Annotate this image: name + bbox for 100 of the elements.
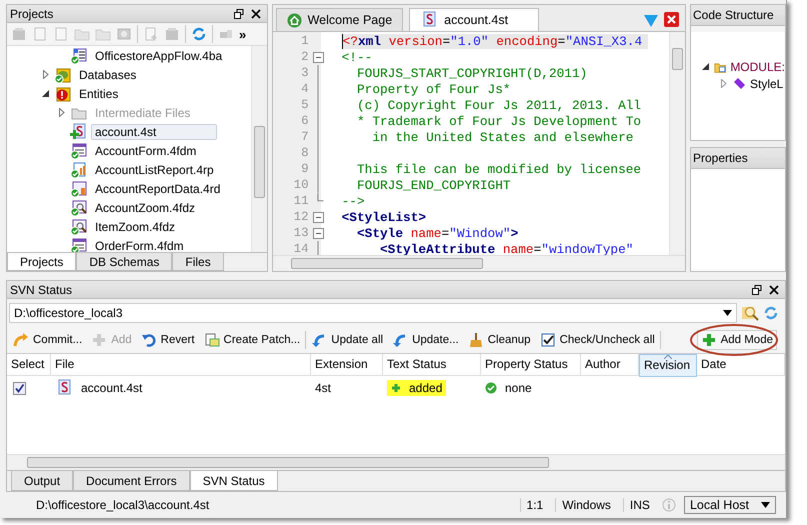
- style-file-icon: [70, 122, 88, 140]
- panel-tab[interactable]: Document Errors: [73, 471, 190, 491]
- column-header[interactable]: Date: [697, 354, 785, 376]
- tree-item[interactable]: MODULE:: [730, 60, 785, 74]
- code-line: in the United States and elsewhere: [371, 130, 634, 144]
- column-header[interactable]: Property Status: [481, 354, 581, 376]
- line-number: 14: [292, 242, 309, 255]
- panel-tab[interactable]: Projects: [7, 253, 76, 271]
- collapse-box-icon[interactable]: [312, 212, 324, 222]
- diamond-icon: [732, 76, 746, 90]
- expanded-triangle-icon[interactable]: [701, 62, 710, 71]
- code-line: <StyleList>: [342, 210, 426, 224]
- broom-icon[interactable]: [468, 332, 484, 348]
- code-line: This file can be modified by licensee: [356, 162, 642, 176]
- refresh-icon[interactable]: [763, 305, 779, 321]
- tree-item[interactable]: OfficestoreAppFlow.4ba: [91, 48, 226, 64]
- editor-tab[interactable]: Welcome Page: [276, 8, 404, 31]
- toolbar-button[interactable]: Update...: [388, 330, 463, 350]
- panel-tab[interactable]: Files: [172, 253, 224, 271]
- collapsed-triangle-icon[interactable]: [719, 79, 728, 88]
- patch-icon[interactable]: [204, 332, 220, 348]
- panel-tab[interactable]: SVN Status: [190, 471, 278, 491]
- collapsed-triangle-icon[interactable]: [40, 70, 50, 79]
- tree-item[interactable]: StyleL: [750, 76, 784, 90]
- refresh-icon[interactable]: [191, 26, 207, 42]
- dropdown-arrow-icon: [761, 502, 770, 508]
- table-cell: 4st: [315, 381, 332, 395]
- vertical-scrollbar[interactable]: [250, 46, 267, 252]
- cursor-position: 1:1: [520, 498, 548, 512]
- toolbar-button[interactable]: Check/Uncheck all: [536, 330, 659, 350]
- column-header[interactable]: Extension: [311, 354, 383, 376]
- toolbar-button[interactable]: Update all: [307, 330, 388, 350]
- status-path: D:\officestore_local3\account.4st: [36, 498, 210, 512]
- close-icon[interactable]: [769, 284, 779, 294]
- horizontal-scrollbar[interactable]: [7, 454, 785, 470]
- table-cell: account.4st: [81, 381, 142, 395]
- panel-tab[interactable]: DB Schemas: [76, 253, 172, 271]
- dropdown-arrow-icon[interactable]: [723, 310, 732, 316]
- commit-icon[interactable]: [13, 332, 29, 348]
- collapse-box-icon[interactable]: [312, 52, 324, 62]
- toolbar-button[interactable]: Revert: [136, 330, 199, 350]
- code-line: <!--: [342, 50, 372, 64]
- report-file-icon: [70, 160, 88, 178]
- toolbar-button[interactable]: Add Mode: [696, 330, 777, 350]
- close-icon[interactable]: [250, 8, 261, 18]
- overflow-chevron[interactable]: »: [239, 26, 246, 42]
- code-line: -->: [342, 194, 365, 208]
- checklist-icon[interactable]: [540, 332, 556, 348]
- plus-icon[interactable]: [700, 332, 717, 348]
- table-cell: none: [505, 381, 532, 395]
- restore-icon[interactable]: [752, 284, 762, 294]
- line-number: 7: [300, 130, 309, 144]
- toolbar-button[interactable]: Create Patch...: [200, 330, 304, 350]
- dropdown-triangle-icon[interactable]: [644, 15, 658, 27]
- database-file-icon: [54, 66, 72, 84]
- search-icon[interactable]: [741, 304, 759, 322]
- panel-title: Projects: [10, 6, 54, 20]
- tree-item[interactable]: AccountListReport.4rp: [91, 162, 218, 178]
- toolbar-button[interactable]: Commit...: [9, 330, 86, 350]
- code-line: <StyleAttribute name="windowType": [379, 242, 634, 255]
- checkbox[interactable]: [13, 382, 26, 394]
- tree-item[interactable]: Databases: [75, 66, 140, 82]
- code-line: <Style name="Window">: [356, 226, 518, 240]
- path-combo-box[interactable]: D:\officestore_local3: [9, 303, 737, 323]
- plus-icon: [391, 383, 401, 393]
- tree-item[interactable]: AccountReportData.4rd: [91, 180, 224, 196]
- column-header[interactable]: Revision: [639, 354, 697, 377]
- line-number: 8: [300, 146, 309, 160]
- code-line: * Trademark of Four Js Development To: [356, 114, 642, 128]
- panel-tab[interactable]: Output: [11, 471, 74, 491]
- restore-icon[interactable]: [234, 8, 244, 18]
- line-number: 12: [292, 210, 309, 224]
- horizontal-scrollbar[interactable]: [272, 255, 685, 271]
- home-icon: [286, 12, 302, 28]
- column-header[interactable]: File: [51, 354, 311, 376]
- status-highlight: added: [387, 380, 446, 396]
- tree-item[interactable]: account.4st: [91, 124, 218, 140]
- line-number: 2: [300, 50, 309, 64]
- line-number: 5: [300, 98, 309, 112]
- column-header[interactable]: Text Status: [383, 354, 481, 376]
- tree-item[interactable]: Entities: [75, 86, 122, 102]
- column-header[interactable]: Select: [7, 354, 51, 376]
- host-dropdown[interactable]: Local Host: [684, 496, 776, 514]
- revert-icon[interactable]: [140, 332, 157, 348]
- collapse-box-icon[interactable]: [312, 228, 324, 238]
- tree-item[interactable]: AccountZoom.4fdz: [91, 200, 200, 216]
- vertical-scrollbar[interactable]: [669, 32, 685, 255]
- form-file-icon: [70, 236, 88, 252]
- zoom-file-icon: [70, 218, 88, 236]
- toolbar-button[interactable]: Cleanup: [464, 330, 535, 350]
- editor-tab[interactable]: account.4st: [409, 8, 540, 31]
- tree-item[interactable]: ItemZoom.4fdz: [91, 218, 180, 234]
- line-number: 3: [300, 66, 309, 80]
- tree-item[interactable]: AccountForm.4fdm: [91, 142, 200, 158]
- line-number: 6: [300, 114, 309, 128]
- tree-item[interactable]: OrderForm.4fdm: [91, 238, 188, 252]
- reportdata-file-icon: [70, 180, 88, 198]
- expanded-triangle-icon[interactable]: [40, 89, 50, 98]
- form-file-icon: [70, 142, 88, 160]
- panel-title: Code Structure: [691, 5, 785, 26]
